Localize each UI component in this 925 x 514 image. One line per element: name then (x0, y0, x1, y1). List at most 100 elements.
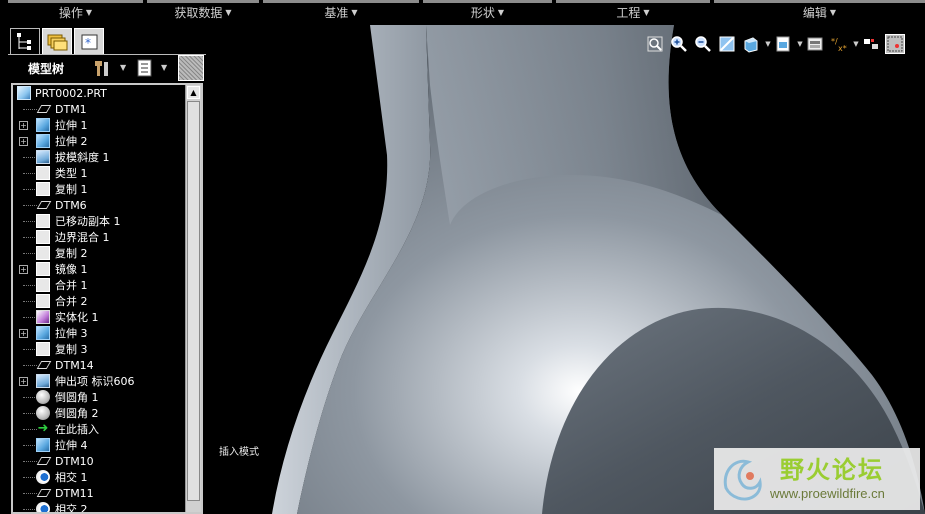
zoom-out-icon[interactable] (693, 34, 713, 54)
selection-filter-icon[interactable] (885, 34, 905, 54)
watermark-url: www.proewildfire.cn (770, 486, 885, 501)
menu-get-data[interactable]: 获取数据 ▼ (147, 0, 259, 22)
tree-item[interactable]: 复制 3 (13, 341, 185, 357)
surface-icon (36, 230, 50, 244)
filter-columns-icon[interactable] (178, 55, 204, 81)
chevron-down-icon[interactable]: ▼ (797, 34, 803, 54)
tree-item[interactable]: 复制 1 (13, 181, 185, 197)
tree-item-label: 复制 1 (55, 183, 88, 196)
tree-item-label: 倒圆角 2 (55, 407, 99, 420)
tab-folder-browser[interactable] (42, 28, 72, 54)
datum-display-icon[interactable]: */x* (829, 34, 849, 54)
tab-favorites[interactable]: * (74, 28, 104, 54)
layers-icon[interactable] (805, 34, 825, 54)
tree-item[interactable]: 实体化 1 (13, 309, 185, 325)
shading-icon[interactable] (741, 34, 761, 54)
surface-icon (36, 166, 50, 180)
view-toolbar: ▼ ▼ */x* ▼ (645, 33, 909, 55)
tree-item[interactable]: DTM10 (13, 453, 185, 469)
tree-item[interactable]: + 拉伸 2 (13, 133, 185, 149)
tree-item[interactable]: DTM11 (13, 485, 185, 501)
tree-item[interactable]: 已移动副本 1 (13, 213, 185, 229)
expand-plus-icon[interactable]: + (19, 328, 28, 338)
menu-edit[interactable]: 编辑 ▼ (714, 0, 925, 22)
tree-item[interactable]: 边界混合 1 (13, 229, 185, 245)
menu-engineering-label: 工程 (616, 6, 641, 20)
tree-root[interactable]: PRT0002.PRT (13, 85, 185, 101)
tree-item[interactable]: + 伸出项 标识606 (13, 373, 185, 389)
graphics-window[interactable]: 插入模式 (212, 25, 925, 514)
tree-connector (23, 253, 37, 254)
chevron-down-icon: ▼ (643, 8, 650, 17)
tree-item[interactable]: 相交 2 (13, 501, 185, 512)
tree-item[interactable]: 拔模斜度 1 (13, 149, 185, 165)
datum-plane-icon (36, 489, 52, 497)
tree-item[interactable]: 拉伸 4 (13, 437, 185, 453)
tree-item-label: 合并 1 (55, 279, 88, 292)
watermark-title: 野火论坛 (780, 456, 884, 484)
zoom-in-icon[interactable] (669, 34, 689, 54)
tree-item[interactable]: 复制 2 (13, 245, 185, 261)
refit-icon[interactable] (645, 34, 665, 54)
insert-mode-label: 插入模式 (219, 447, 259, 458)
tree-item[interactable]: DTM14 (13, 357, 185, 373)
chevron-down-icon[interactable]: ▼ (765, 34, 771, 54)
favorites-icon: * (81, 34, 98, 50)
tree-connector (23, 445, 37, 446)
menu-engineering[interactable]: 工程 ▼ (556, 0, 710, 22)
tree-item[interactable]: ➜ 在此插入 (13, 421, 185, 437)
menu-bar: 操作 ▼ 获取数据 ▼ 基准 ▼ 形状 ▼ 工程 ▼ 编辑 ▼ (0, 0, 925, 25)
spin-center-icon[interactable] (861, 34, 881, 54)
folder-icon (47, 34, 68, 51)
chevron-down-icon[interactable]: ▼ (853, 34, 859, 54)
tree-item[interactable]: 类型 1 (13, 165, 185, 181)
model-tree-header: 模型树 ▼ ▼ (8, 54, 206, 81)
tree-connector (23, 493, 37, 494)
settings-hammer-icon[interactable] (92, 58, 112, 78)
insert-here-icon: ➜ (37, 421, 49, 436)
tree-connector (23, 205, 37, 206)
model-tree-icon (17, 33, 31, 50)
tree-item[interactable]: 相交 1 (13, 469, 185, 485)
saved-views-icon[interactable] (773, 34, 793, 54)
chevron-down-icon[interactable]: ▼ (120, 63, 126, 72)
tree-connector (23, 397, 37, 398)
tree-item[interactable]: 合并 1 (13, 277, 185, 293)
model-tree-title: 模型树 (28, 61, 65, 76)
menu-datum[interactable]: 基准 ▼ (263, 0, 419, 22)
tree-connector (23, 509, 37, 510)
extrude-icon (36, 118, 50, 132)
tree-connector (23, 157, 37, 158)
repaint-icon[interactable] (717, 34, 737, 54)
tree-item-label: 已移动副本 1 (55, 215, 121, 228)
tab-model-tree[interactable] (10, 28, 40, 54)
expand-plus-icon[interactable]: + (19, 264, 28, 274)
datum-plane-icon (36, 457, 52, 465)
tree-connector (23, 477, 37, 478)
expand-plus-icon[interactable]: + (19, 136, 28, 146)
expand-plus-icon[interactable]: + (19, 376, 28, 386)
tree-connector (23, 429, 37, 430)
tree-connector (23, 189, 37, 190)
tree-item[interactable]: + 拉伸 3 (13, 325, 185, 341)
tree-item[interactable]: + 镜像 1 (13, 261, 185, 277)
tree-item-label: 边界混合 1 (55, 231, 110, 244)
chevron-down-icon[interactable]: ▼ (161, 63, 167, 72)
tree-item[interactable]: DTM6 (13, 197, 185, 213)
tree-item[interactable]: 倒圆角 2 (13, 405, 185, 421)
tree-item-label: 镜像 1 (55, 263, 88, 276)
menu-shapes[interactable]: 形状 ▼ (423, 0, 552, 22)
tree-item[interactable]: 倒圆角 1 (13, 389, 185, 405)
tree-item[interactable]: + 拉伸 1 (13, 117, 185, 133)
tree-item[interactable]: DTM1 (13, 101, 185, 117)
menu-operations[interactable]: 操作 ▼ (8, 0, 143, 22)
tree-scrollbar[interactable]: ▲ (185, 85, 201, 512)
tree-item-label: 类型 1 (55, 167, 88, 180)
scroll-thumb[interactable] (187, 101, 200, 501)
show-list-icon[interactable] (135, 58, 155, 78)
scroll-up-arrow-icon[interactable]: ▲ (187, 86, 200, 99)
expand-plus-icon[interactable]: + (19, 120, 28, 130)
extrude-icon (36, 438, 50, 452)
tree-item[interactable]: 合并 2 (13, 293, 185, 309)
tree-connector (23, 461, 37, 462)
